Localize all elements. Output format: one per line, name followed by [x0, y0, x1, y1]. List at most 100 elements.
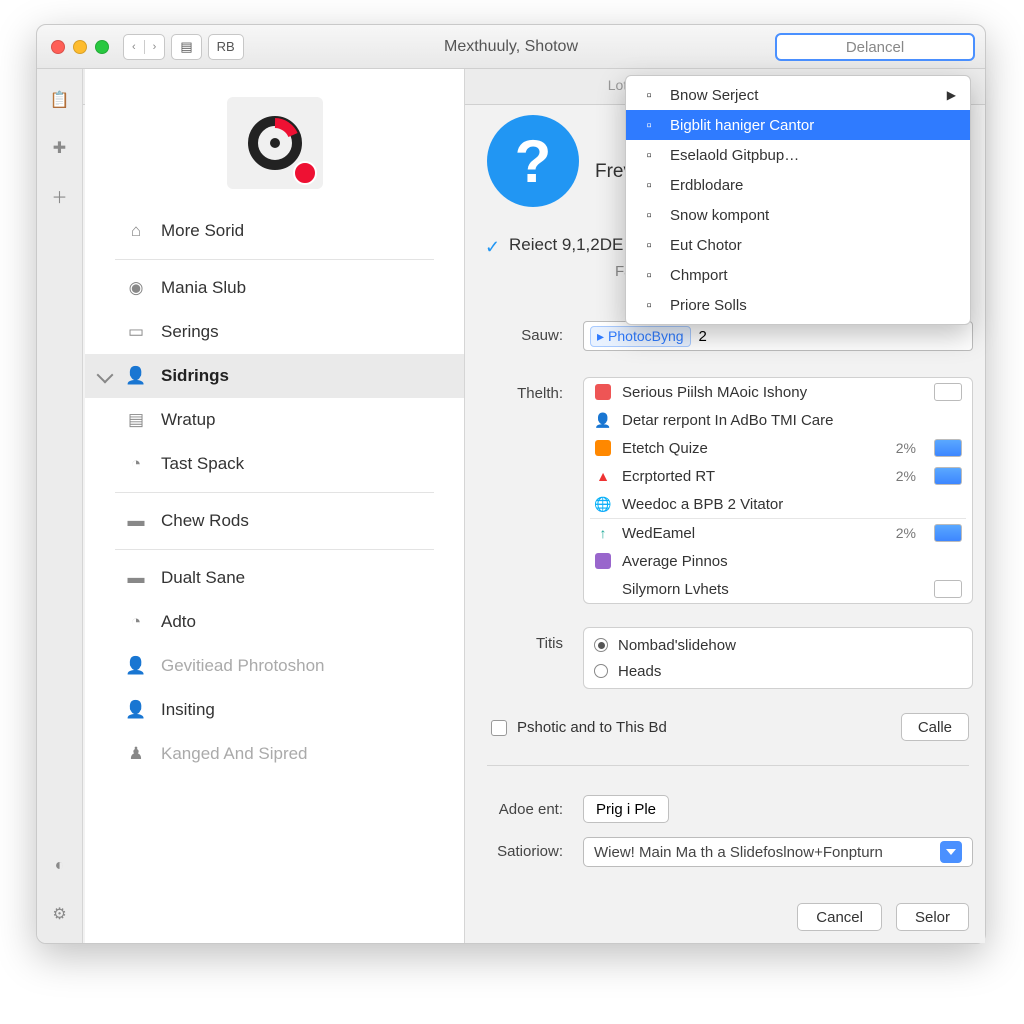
zoom-icon[interactable] — [95, 40, 109, 54]
stepper[interactable] — [934, 580, 962, 598]
sationow-value: Wiew! Main Ma th a Slidefoslnow+Fonpturn — [594, 844, 883, 861]
sidebar-item[interactable]: 👤Gevitiead Phrotoshon — [85, 644, 464, 688]
checkbox-label: Pshotic and to This Bd — [517, 719, 667, 736]
clipboard-icon[interactable]: 📋 — [49, 89, 71, 111]
checkmark-icon: ✓ — [485, 237, 500, 258]
sidebar-item[interactable]: ♟Kanged And Sipred — [85, 732, 464, 776]
list-item[interactable]: 🌐Weedoc a BPB 2 Vitator — [584, 490, 972, 518]
titis-radio-group: Nombad'slidehow Heads — [583, 627, 973, 689]
list-item-label: Weedoc a BPB 2 Vitator — [622, 496, 783, 513]
adoe-button[interactable]: Prig i Ple — [583, 795, 669, 823]
list-item-label: Silymorn Lvhets — [622, 581, 729, 598]
person-icon: 👤 — [125, 655, 147, 677]
list-item-icon: 👤 — [594, 411, 612, 429]
stepper[interactable] — [934, 383, 962, 401]
menu-item-icon: ▫ — [640, 236, 658, 254]
menu-item-icon: ▫ — [640, 176, 658, 194]
list-item-icon — [594, 580, 612, 598]
plus-node-icon[interactable]: ✚ — [49, 137, 71, 159]
sidebar-item-label: More Sorid — [161, 221, 244, 241]
checkbox[interactable] — [491, 720, 507, 736]
clock-icon: ◔ — [125, 453, 147, 475]
menu-item[interactable]: ▫Priore Solls — [626, 290, 970, 320]
selor-button[interactable]: Selor — [896, 903, 969, 931]
sidebar-item-label: Tast Spack — [161, 454, 244, 474]
list-item-icon: ▲ — [594, 467, 612, 485]
menu-item[interactable]: ▫Snow kompont — [626, 200, 970, 230]
radio-label: Heads — [618, 663, 661, 680]
radio-row[interactable]: Heads — [594, 658, 962, 684]
stepper[interactable] — [934, 439, 962, 457]
minimize-icon[interactable] — [73, 40, 87, 54]
add-icon[interactable]: ＋ — [49, 185, 71, 207]
dropdown-menu: ▫Bnow Serject▶▫Bigblit haniger Cantor▫Es… — [625, 75, 971, 325]
sidebar-item[interactable]: ▬Chew Rods — [85, 499, 464, 543]
sidebar-item[interactable]: 👤Sidrings — [85, 354, 464, 398]
radio[interactable] — [594, 638, 608, 652]
token-pill[interactable]: ▸PhotocByng — [590, 326, 691, 347]
menu-item[interactable]: ▫Eselaold Gitpbup… — [626, 140, 970, 170]
sidebar-item[interactable]: ◔ Tast Spack — [85, 442, 464, 486]
sidebar-item[interactable]: ▭Serings — [85, 310, 464, 354]
sidebar-item[interactable]: 👤Insiting — [85, 688, 464, 732]
menu-item-label: Chmport — [670, 267, 728, 284]
list-item-icon — [594, 383, 612, 401]
stepper[interactable] — [934, 467, 962, 485]
chevron-down-icon[interactable] — [940, 841, 962, 863]
stepper[interactable] — [934, 524, 962, 542]
menu-item-icon: ▫ — [640, 86, 658, 104]
sidebar-item[interactable]: ◉Mania Slub — [85, 266, 464, 310]
nav-back-button[interactable]: ‹› — [123, 34, 165, 60]
window: ‹› ▤ RB Mexthuuly, Shotow Delancel Lote … — [36, 24, 986, 944]
checkbox-row[interactable]: Pshotic and to This Bd — [491, 719, 667, 736]
calle-button[interactable]: Calle — [901, 713, 969, 741]
menu-item-icon: ▫ — [640, 266, 658, 284]
menu-item-label: Erdblodare — [670, 177, 743, 194]
menu-item[interactable]: ▫ Erdblodare — [626, 170, 970, 200]
toolbar-rb-button[interactable]: RB — [208, 34, 244, 60]
sidebar-item-label: Adto — [161, 612, 196, 632]
gear-icon[interactable]: ⚙ — [49, 903, 71, 925]
checked-item-label: Reiect 9,1,2DE — [509, 235, 623, 255]
list-item-label: WedEamel — [622, 525, 695, 542]
menu-item-label: Bnow Serject — [670, 87, 758, 104]
list-item[interactable]: 👤 Detar rerpont In AdBo TMI Care — [584, 406, 972, 434]
list-item-percent: 2% — [896, 468, 916, 484]
list-item[interactable]: ↑WedEamel2% — [584, 519, 972, 547]
list-item[interactable]: ▲Ecrptorted RT2% — [584, 462, 972, 490]
menu-item[interactable]: ▫Bigblit haniger Cantor — [626, 110, 970, 140]
radio-row[interactable]: Nombad'slidehow — [594, 632, 962, 658]
list-item[interactable]: Average Pinnos — [584, 547, 972, 575]
list-item[interactable]: Etetch Quize2% — [584, 434, 972, 462]
window-controls — [51, 40, 109, 54]
sauw-input[interactable]: ▸PhotocByng 2 — [583, 321, 973, 351]
menu-item-icon: ▫ — [640, 206, 658, 224]
menu-item-icon: ▫ — [640, 116, 658, 134]
list-item-percent: 2% — [896, 525, 916, 541]
thelth-label: Thelth: — [467, 385, 563, 402]
sidebar-item-label: Serings — [161, 322, 219, 342]
list-item[interactable]: Serious Piilsh MAoic Ishony — [584, 378, 972, 406]
sationow-select[interactable]: Wiew! Main Ma th a Slidefoslnow+Fonpturn — [583, 837, 973, 867]
radio[interactable] — [594, 664, 608, 678]
list-item[interactable]: Silymorn Lvhets — [584, 575, 972, 603]
menu-item[interactable]: ▫ Chmport — [626, 260, 970, 290]
person-icon: 👤 — [125, 365, 147, 387]
top-action-button[interactable]: Delancel — [775, 33, 975, 61]
list-item-percent: 2% — [896, 440, 916, 456]
sidebar-item[interactable]: ▬Dualt Sane — [85, 556, 464, 600]
sidebar-item[interactable]: ◔Adto — [85, 600, 464, 644]
titis-label: Titis — [467, 635, 563, 652]
list-item-label: Detar rerpont In AdBo TMI Care — [622, 412, 834, 429]
sidebar-item[interactable]: ▤Wratup — [85, 398, 464, 442]
cancel-button[interactable]: Cancel — [797, 903, 882, 931]
sidebar-item-label: Chew Rods — [161, 511, 249, 531]
sidebar-item[interactable]: ⌂More Sorid — [85, 209, 464, 253]
menu-item[interactable]: ▫Eut Chotor — [626, 230, 970, 260]
close-icon[interactable] — [51, 40, 65, 54]
menu-item[interactable]: ▫Bnow Serject▶ — [626, 80, 970, 110]
divider — [487, 765, 969, 766]
camera-icon: ◉ — [125, 277, 147, 299]
contrast-icon[interactable]: ◐ — [49, 855, 71, 877]
toolbar-doc-button[interactable]: ▤ — [171, 34, 201, 60]
